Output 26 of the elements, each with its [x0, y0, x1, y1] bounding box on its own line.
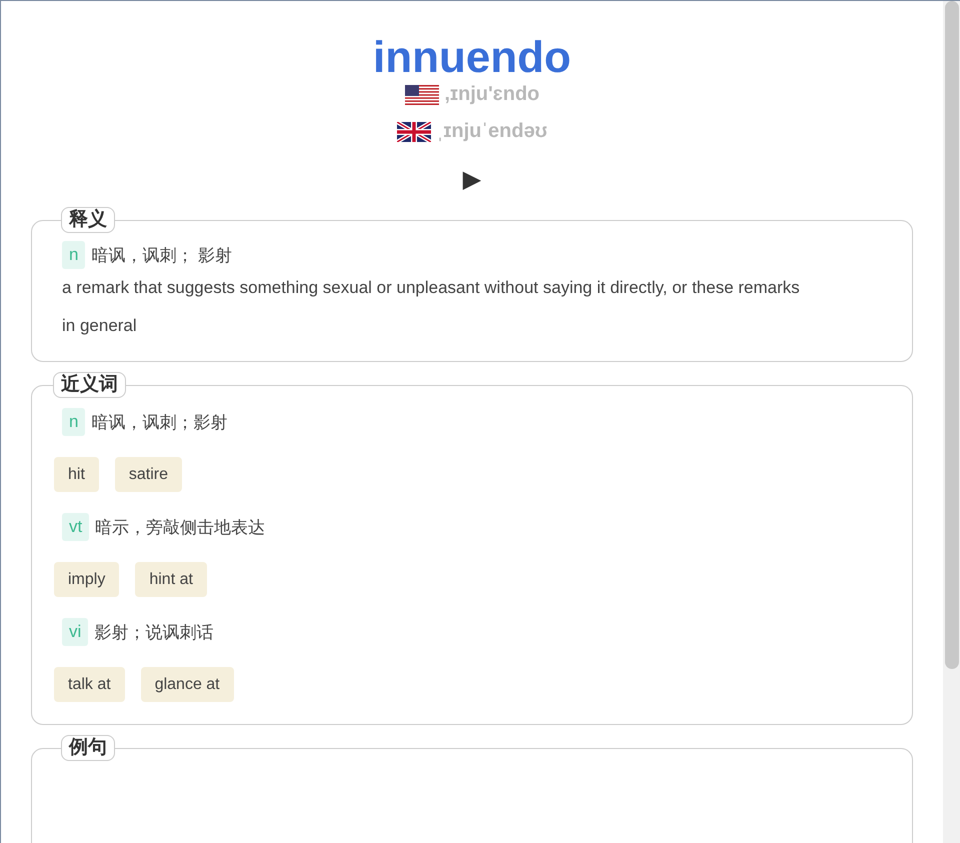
synonym-chip[interactable]: glance at [140, 667, 234, 702]
part-of-speech-tag: n [62, 408, 86, 436]
section-title: 释义 [61, 207, 115, 233]
play-button[interactable]: ▶ [462, 165, 482, 193]
section-title: 近义词 [53, 372, 126, 398]
flag-icon [396, 122, 431, 142]
flag-icon [404, 84, 438, 104]
chinese-meaning: 影射；说讽刺话 [94, 622, 214, 644]
synonym-chip[interactable]: talk at [54, 667, 125, 702]
section-title: 例句 [61, 735, 115, 761]
scrollbar-thumb[interactable] [944, 1, 958, 669]
english-definition: a remark that suggests something sexual or unpleasant without saying it directly, or these remarks in general [62, 277, 801, 337]
part-of-speech-tag: vi [62, 618, 88, 646]
synonym-chip[interactable]: satire [114, 457, 182, 492]
synonym-chip[interactable]: hint at [135, 562, 207, 597]
part-of-speech-tag: vt [62, 513, 90, 541]
phonetic: ,ɪnju'ɛndo [444, 83, 540, 106]
chinese-meaning: 暗示，旁敲侧击地表达 [95, 516, 266, 538]
synonym-chip[interactable]: imply [54, 562, 120, 597]
part-of-speech-tag: n [62, 241, 86, 269]
headword: innuendo [372, 33, 572, 83]
chinese-meaning: 暗讽，讽刺；影射 [91, 412, 228, 434]
synonym-chip[interactable]: hit [54, 457, 99, 492]
phonetic: ˌɪnjuˈendəʊ [436, 120, 548, 143]
scrollbar[interactable] [943, 1, 960, 843]
chinese-meaning: 暗讽，讽刺； 影射 [91, 244, 232, 266]
